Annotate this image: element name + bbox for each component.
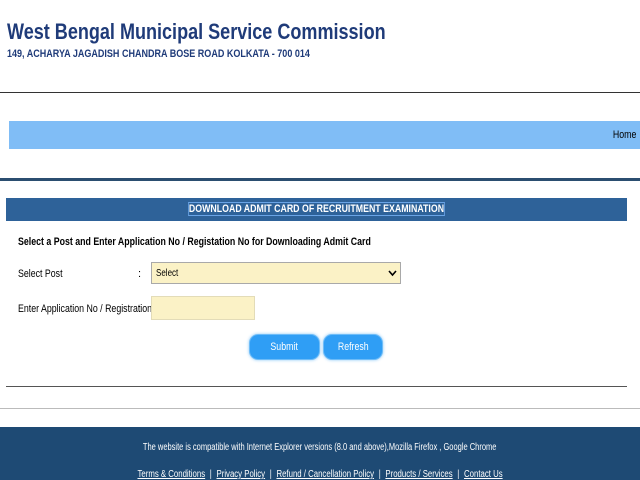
instruction-text: Select a Post and Enter Application No /… bbox=[18, 236, 371, 248]
refresh-button[interactable]: Refresh bbox=[323, 334, 383, 360]
content-divider bbox=[0, 178, 640, 181]
browser-compat-text: The website is compatible with Internet … bbox=[143, 442, 497, 453]
footer-link-terms[interactable]: Terms & Conditions bbox=[137, 469, 205, 480]
page-bottom-divider bbox=[0, 408, 640, 409]
footer-link-products[interactable]: Products / Services bbox=[385, 469, 452, 480]
select-post-label: Select Post bbox=[18, 268, 63, 280]
chevron-down-icon bbox=[388, 266, 397, 283]
header-divider bbox=[0, 92, 640, 93]
form-bottom-divider bbox=[6, 386, 627, 387]
site-header: West Bengal Municipal Service Commission… bbox=[0, 0, 640, 92]
footer-link-contact[interactable]: Contact Us bbox=[464, 469, 503, 480]
footer-link-privacy[interactable]: Privacy Policy bbox=[216, 469, 265, 480]
nav-home-link[interactable]: Home bbox=[613, 129, 636, 141]
org-address: 149, ACHARYA JAGADISH CHANDRA BOSE ROAD … bbox=[7, 48, 310, 60]
panel-heading-bar: DOWNLOAD ADMIT CARD OF RECRUITMENT EXAMI… bbox=[6, 198, 627, 221]
colon: : bbox=[138, 268, 142, 280]
post-select[interactable]: Select bbox=[151, 262, 401, 284]
site-footer: The website is compatible with Internet … bbox=[0, 427, 640, 480]
footer-link-refund[interactable]: Refund / Cancellation Policy bbox=[276, 469, 374, 480]
submit-button[interactable]: Submit bbox=[249, 334, 320, 360]
application-no-label: Enter Application No / Registration No bbox=[18, 303, 166, 315]
application-no-input[interactable] bbox=[151, 296, 255, 320]
panel-heading: DOWNLOAD ADMIT CARD OF RECRUITMENT EXAMI… bbox=[188, 202, 445, 216]
colon: : bbox=[138, 303, 142, 315]
org-title: West Bengal Municipal Service Commission bbox=[7, 19, 386, 44]
nav-bar: Home bbox=[9, 121, 640, 149]
post-select-value: Select bbox=[156, 268, 179, 279]
